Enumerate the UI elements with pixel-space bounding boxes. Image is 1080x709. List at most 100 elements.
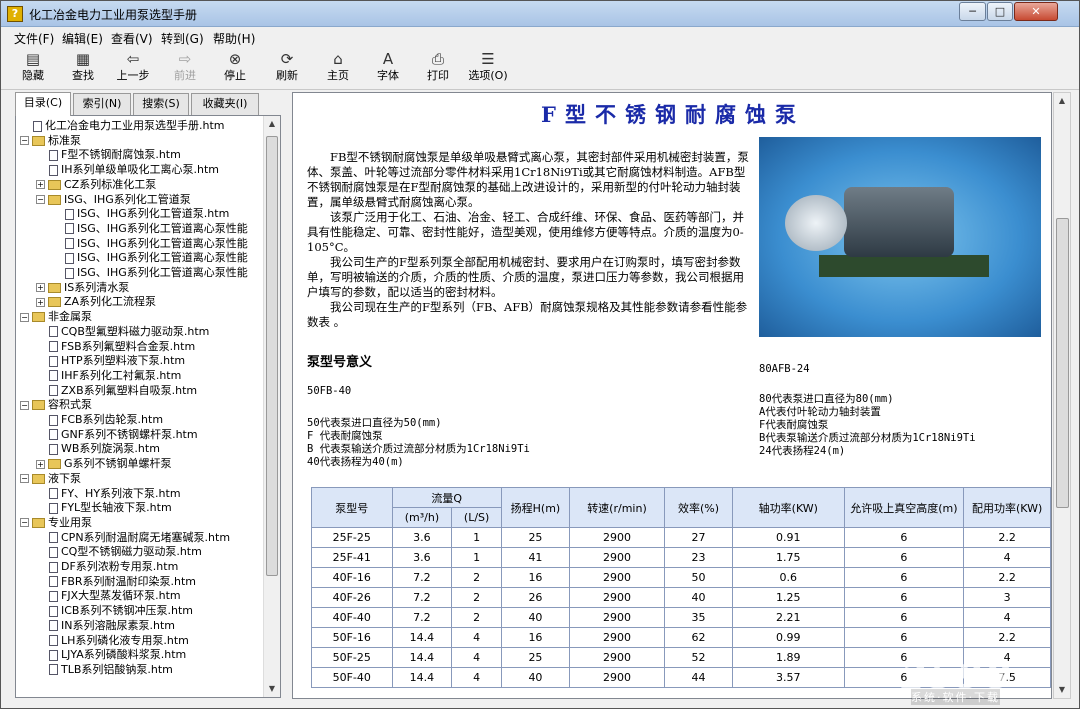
pane-splitter[interactable] <box>284 92 292 699</box>
toolbar-button-6[interactable]: ⌂ 主页 <box>314 50 362 88</box>
expand-icon[interactable]: + <box>36 283 45 293</box>
tree-node[interactable]: FYL型长轴液下泵.htm <box>36 501 172 515</box>
collapse-icon[interactable]: − <box>20 136 29 146</box>
table-cell: 2900 <box>569 567 665 588</box>
close-button[interactable]: ✕ <box>1014 2 1058 21</box>
intro-paragraph: 该泵广泛用于化工、石油、冶金、轻工、合成纤维、环保、食品、医药等部门，并具有性能… <box>307 210 744 254</box>
toolbar-button-9[interactable]: ☰ 选项(O) <box>464 50 512 88</box>
table-subheader: (m³/h) <box>391 507 453 528</box>
tree-node[interactable]: − 液下泵 <box>20 472 81 486</box>
table-cell: 7.2 <box>391 607 453 628</box>
tree-node[interactable]: TLB系列铝酸钠泵.htm <box>36 663 173 677</box>
tree-node[interactable]: WB系列旋涡泵.htm <box>36 442 160 456</box>
tree-node[interactable]: + G系列不锈钢单螺杆泵 <box>36 457 172 471</box>
pump-photo <box>759 137 1041 337</box>
tree-node[interactable]: FJX大型蒸发循环泵.htm <box>36 589 181 603</box>
tree-node[interactable]: FBR系列耐温耐印染泵.htm <box>36 575 196 589</box>
tree-node[interactable]: ISG、IHG系列化工管道离心泵性能 <box>52 266 248 280</box>
content-vertical-scrollbar[interactable]: ▲ ▼ <box>1053 92 1071 699</box>
tree-node[interactable]: ZXB系列氟塑料自吸泵.htm <box>36 384 197 398</box>
table-header: 允许吸上真空高度(m) <box>843 487 965 528</box>
toolbar-button-0[interactable]: ▤ 隐藏 <box>9 50 57 88</box>
menu-view[interactable]: 查看(V) <box>111 30 153 47</box>
collapse-icon[interactable]: − <box>20 312 29 322</box>
motor-shape <box>844 187 954 257</box>
tree-node-label: IHF系列化工衬氟泵.htm <box>61 368 182 382</box>
tree-node[interactable]: FCB系列齿轮泵.htm <box>36 413 163 427</box>
tree-node[interactable]: HTP系列塑料液下泵.htm <box>36 354 185 368</box>
toolbar-button-5[interactable]: ⟳ 刷新 <box>263 50 311 88</box>
toolbar-button-2[interactable]: ⇦ 上一步 <box>109 50 157 88</box>
scroll-down-arrow-icon[interactable]: ▼ <box>264 681 280 697</box>
tree-node[interactable]: FY、HY系列液下泵.htm <box>36 487 181 501</box>
tab-contents[interactable]: 目录(C) <box>15 92 71 116</box>
tree-node[interactable]: ISG、IHG系列化工管道离心泵性能 <box>52 251 248 265</box>
tree-node[interactable]: − 容积式泵 <box>20 398 92 412</box>
toolbar-button-3[interactable]: ⇨ 前进 <box>161 50 209 88</box>
content-scroll-thumb[interactable] <box>1056 218 1069 508</box>
toolbar-button-8[interactable]: ⎙ 打印 <box>414 50 462 88</box>
tab-search[interactable]: 搜索(S) <box>133 93 189 115</box>
tree-node[interactable]: IN系列溶融尿素泵.htm <box>36 619 175 633</box>
table-cell: 40 <box>663 587 734 608</box>
minimize-button[interactable]: ─ <box>959 2 986 21</box>
tree-node[interactable]: − ISG、IHG系列化工管道泵 <box>36 193 191 207</box>
scroll-up-arrow-icon[interactable]: ▲ <box>1054 93 1070 109</box>
tree-node[interactable]: ISG、IHG系列化工管道离心泵性能 <box>52 237 248 251</box>
folder-icon <box>32 312 45 323</box>
tree-node[interactable]: − 非金属泵 <box>20 310 92 324</box>
toolbar-button-4[interactable]: ⊗ 停止 <box>211 50 259 88</box>
collapse-icon[interactable]: − <box>20 400 29 410</box>
tree-node[interactable]: GNF系列不锈钢螺杆泵.htm <box>36 428 198 442</box>
print-icon: ⎙ <box>431 50 444 68</box>
toolbar-button-1[interactable]: ▦ 查找 <box>59 50 107 88</box>
menu-goto[interactable]: 转到(G) <box>161 30 204 47</box>
tree-node[interactable]: + CZ系列标准化工泵 <box>36 178 156 192</box>
tree-node[interactable]: F型不锈钢耐腐蚀泵.htm <box>36 148 181 162</box>
tree-node[interactable]: + ZA系列化工流程泵 <box>36 295 156 309</box>
tree-node[interactable]: ICB系列不锈钢冲压泵.htm <box>36 604 193 618</box>
tree-node[interactable]: CQB型氟塑料磁力驱动泵.htm <box>36 325 209 339</box>
table-cell: 14.4 <box>391 647 453 668</box>
toolbar-button-7[interactable]: A 字体 <box>364 50 412 88</box>
expand-icon[interactable]: + <box>36 459 45 469</box>
menu-edit[interactable]: 编辑(E) <box>62 30 103 47</box>
tree-node[interactable]: ISG、IHG系列化工管道泵.htm <box>52 207 229 221</box>
menu-file[interactable]: 文件(F) <box>14 30 54 47</box>
tree-node-label: ISG、IHG系列化工管道离心泵性能 <box>77 266 248 279</box>
expand-icon[interactable]: + <box>36 297 45 307</box>
document-icon <box>49 341 58 352</box>
table-cell: 0.6 <box>732 567 845 588</box>
tree-node[interactable]: CPN系列耐温耐腐无堵塞碱泵.htm <box>36 531 230 545</box>
tree-node[interactable]: LJYA系列磷酸料浆泵.htm <box>36 648 186 662</box>
tree-node[interactable]: CQ型不锈钢磁力驱动泵.htm <box>36 545 202 559</box>
tree-node-label: DF系列浓粉专用泵.htm <box>61 560 179 573</box>
tree-node[interactable]: + IS系列清水泵 <box>36 281 129 295</box>
tree-node[interactable]: − 标准泵 <box>20 134 81 148</box>
tab-favorites[interactable]: 收藏夹(I) <box>191 93 259 115</box>
collapse-icon[interactable]: − <box>20 474 29 484</box>
tree-node[interactable]: 化工冶金电力工业用泵选型手册.htm <box>20 119 225 133</box>
tree-node[interactable]: IHF系列化工衬氟泵.htm <box>36 369 181 383</box>
tree-node[interactable]: FSB系列氟塑料合金泵.htm <box>36 340 195 354</box>
tree-vertical-scrollbar[interactable]: ▲ ▼ <box>263 116 280 697</box>
table-cell: 25 <box>500 647 571 668</box>
tab-index[interactable]: 索引(N) <box>73 93 131 115</box>
table-header: 转速(r/min) <box>569 487 665 528</box>
maximize-button[interactable]: □ <box>987 2 1013 21</box>
table-cell: 50 <box>663 567 734 588</box>
scroll-up-arrow-icon[interactable]: ▲ <box>264 116 280 132</box>
expand-icon[interactable]: + <box>36 180 45 190</box>
collapse-icon[interactable]: − <box>20 518 29 528</box>
tree-scroll-thumb[interactable] <box>266 136 278 576</box>
tree-node[interactable]: ISG、IHG系列化工管道离心泵性能 <box>52 222 248 236</box>
contents-tree[interactable]: 化工冶金电力工业用泵选型手册.htm − 标准泵 F型不锈钢耐腐蚀泵.htm IH系列单… <box>15 115 281 698</box>
tree-node[interactable]: LH系列磷化液专用泵.htm <box>36 634 189 648</box>
tree-node[interactable]: IH系列单级单吸化工离心泵.htm <box>36 163 219 177</box>
title-bar[interactable]: ? 化工冶金电力工业用泵选型手册 ─ □ ✕ <box>1 1 1079 27</box>
menu-help[interactable]: 帮助(H) <box>213 30 255 47</box>
tree-node[interactable]: − 专业用泵 <box>20 516 92 530</box>
tree-node[interactable]: DF系列浓粉专用泵.htm <box>36 560 178 574</box>
folder-icon <box>32 473 45 484</box>
collapse-icon[interactable]: − <box>36 195 45 204</box>
